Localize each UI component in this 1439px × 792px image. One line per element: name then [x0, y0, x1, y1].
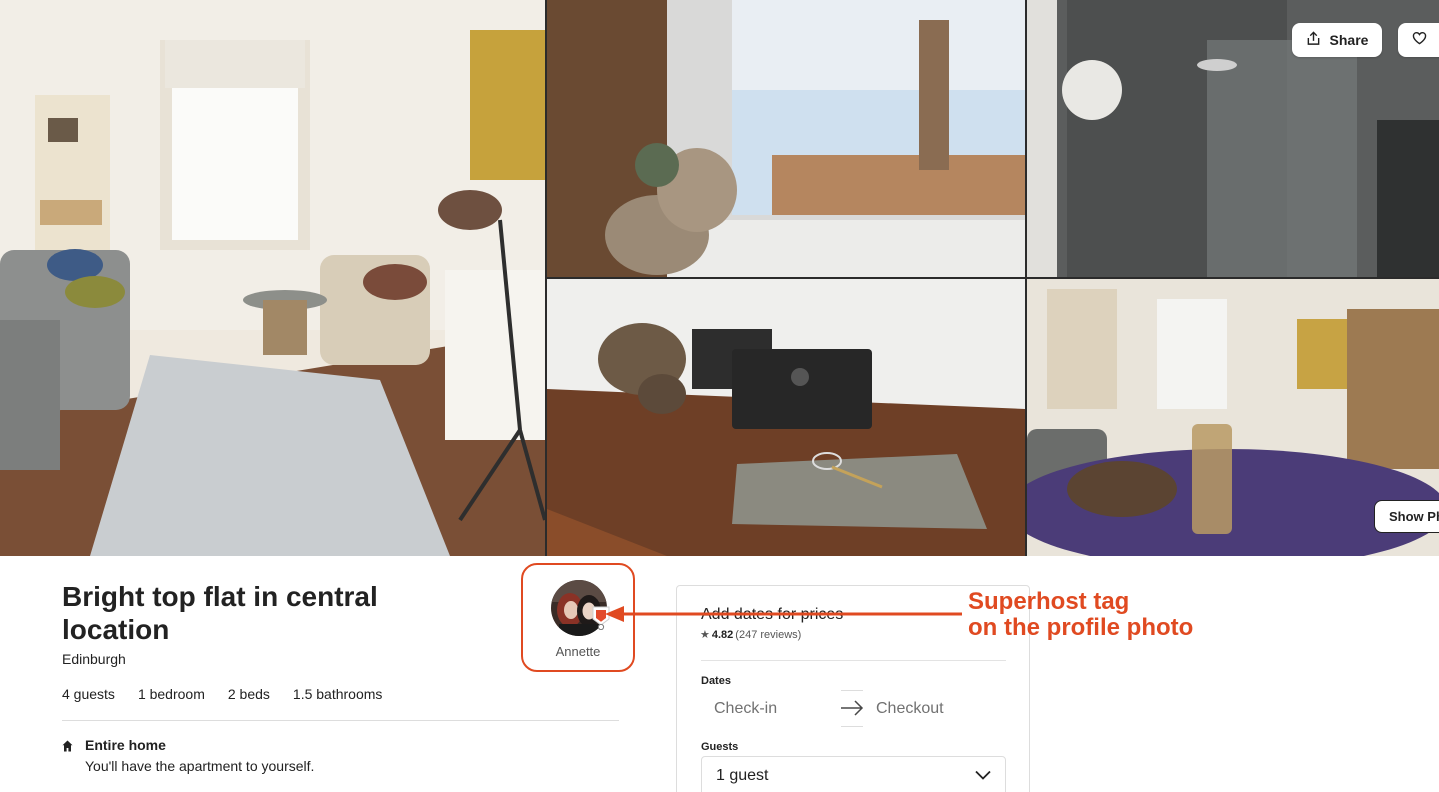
dates-label: Dates: [701, 675, 731, 687]
annotation-text: Superhost tag on the profile photo: [968, 589, 1193, 641]
home-icon: [62, 739, 73, 753]
listing-facts: 4 guests 1 bedroom 2 beds 1.5 bathrooms: [62, 686, 382, 702]
photo-window-figurine[interactable]: [547, 0, 1025, 277]
host-name[interactable]: Annette: [521, 644, 635, 659]
share-label: Share: [1329, 32, 1369, 48]
share-icon: [1306, 31, 1321, 49]
checkin-field[interactable]: Check-in: [714, 700, 777, 718]
listing-location: Edinburgh: [62, 651, 126, 667]
section-divider: [62, 720, 619, 721]
fact-guests: 4 guests: [62, 686, 115, 702]
annotation-arrow: [605, 606, 962, 622]
show-photos-label: Show Photos: [1389, 509, 1439, 524]
checkout-field[interactable]: Checkout: [876, 700, 944, 718]
date-separator-bottom: [841, 726, 863, 727]
guests-select[interactable]: 1 guest: [701, 756, 1006, 792]
annotation-line-1: Superhost tag: [968, 588, 1130, 615]
rating-score: 4.82: [711, 628, 734, 641]
listing-title: Bright top flat in central location: [62, 581, 378, 645]
fact-bathrooms: 1.5 bathrooms: [292, 686, 383, 702]
photo-gallery: Share Show Photos: [0, 0, 1439, 556]
booking-divider: [701, 660, 1006, 661]
date-separator-top: [841, 690, 863, 691]
review-count: (247 reviews): [735, 628, 802, 641]
guests-value: 1 guest: [716, 767, 769, 784]
arrow-right-icon: [840, 698, 864, 718]
home-type-row: Entire home You'll have the apartment to…: [62, 737, 314, 774]
share-button[interactable]: Share: [1292, 23, 1382, 57]
fact-bedrooms: 1 bedroom: [137, 686, 205, 702]
annotation-line-2: on the profile photo: [968, 614, 1194, 641]
save-button[interactable]: [1398, 23, 1439, 57]
photo-desk-radio[interactable]: [547, 279, 1025, 556]
guests-label: Guests: [701, 741, 739, 753]
home-type-description: You'll have the apartment to yourself.: [85, 758, 315, 774]
chevron-down-icon: [975, 767, 991, 785]
fact-beds: 2 beds: [227, 686, 270, 702]
home-type-title: Entire home: [85, 737, 166, 753]
show-all-photos-button[interactable]: Show Photos: [1374, 500, 1439, 533]
heart-icon: [1412, 31, 1427, 50]
photo-living-room[interactable]: [0, 0, 545, 556]
